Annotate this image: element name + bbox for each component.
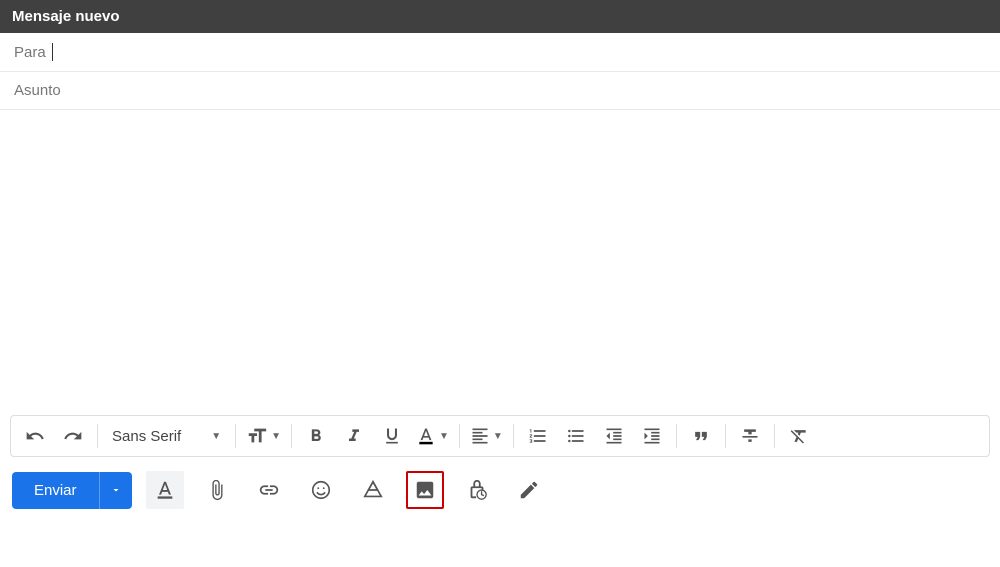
- to-field-row[interactable]: Para: [0, 33, 1000, 72]
- align-icon: [470, 426, 490, 446]
- send-button[interactable]: Enviar: [12, 472, 99, 509]
- drive-icon: [362, 479, 384, 501]
- confidential-mode-button[interactable]: [458, 471, 496, 509]
- insert-link-button[interactable]: [250, 471, 288, 509]
- bottom-toolbar: Enviar: [0, 457, 1000, 523]
- redo-icon: [63, 426, 83, 446]
- font-family-picker[interactable]: Sans Serif ▼: [104, 428, 229, 445]
- divider: [725, 424, 726, 448]
- underline-icon: [382, 426, 402, 446]
- underline-button[interactable]: [374, 420, 410, 452]
- insert-signature-button[interactable]: [510, 471, 548, 509]
- chevron-down-icon: ▼: [493, 431, 503, 442]
- pen-icon: [518, 479, 540, 501]
- window-title: Mensaje nuevo: [12, 8, 120, 25]
- undo-icon: [25, 426, 45, 446]
- italic-button[interactable]: [336, 420, 372, 452]
- divider: [459, 424, 460, 448]
- remove-format-icon: [789, 426, 809, 446]
- font-size-icon: [246, 425, 268, 447]
- strikethrough-button[interactable]: [732, 420, 768, 452]
- send-options-button[interactable]: [99, 472, 132, 509]
- divider: [513, 424, 514, 448]
- subject-input[interactable]: [14, 82, 986, 99]
- compose-header: Mensaje nuevo: [0, 0, 1000, 33]
- insert-image-button[interactable]: [406, 471, 444, 509]
- divider: [676, 424, 677, 448]
- quote-icon: [691, 426, 711, 446]
- chevron-down-icon: [110, 484, 122, 496]
- numbered-list-icon: [528, 426, 548, 446]
- strikethrough-icon: [740, 426, 760, 446]
- image-icon: [414, 479, 436, 501]
- subject-field-row[interactable]: [0, 72, 1000, 110]
- indent-decrease-button[interactable]: [596, 420, 632, 452]
- link-icon: [258, 479, 280, 501]
- attachment-icon: [206, 479, 228, 501]
- divider: [97, 424, 98, 448]
- text-color-button[interactable]: ▼: [412, 426, 453, 446]
- indent-increase-button[interactable]: [634, 420, 670, 452]
- emoji-icon: [310, 479, 332, 501]
- text-format-icon: [154, 479, 176, 501]
- font-size-button[interactable]: ▼: [242, 425, 285, 447]
- to-input[interactable]: [53, 44, 986, 61]
- bold-icon: [306, 426, 326, 446]
- formatting-options-button[interactable]: [146, 471, 184, 509]
- align-button[interactable]: ▼: [466, 426, 507, 446]
- italic-icon: [344, 426, 364, 446]
- remove-format-button[interactable]: [781, 420, 817, 452]
- insert-emoji-button[interactable]: [302, 471, 340, 509]
- bold-button[interactable]: [298, 420, 334, 452]
- chevron-down-icon: ▼: [271, 431, 281, 442]
- numbered-list-button[interactable]: [520, 420, 556, 452]
- message-body[interactable]: [0, 110, 1000, 415]
- divider: [774, 424, 775, 448]
- confidential-icon: [466, 479, 488, 501]
- quote-button[interactable]: [683, 420, 719, 452]
- redo-button[interactable]: [55, 420, 91, 452]
- text-color-icon: [416, 426, 436, 446]
- bulleted-list-button[interactable]: [558, 420, 594, 452]
- chevron-down-icon: ▼: [439, 431, 449, 442]
- bulleted-list-icon: [566, 426, 586, 446]
- to-label: Para: [14, 44, 46, 61]
- attach-file-button[interactable]: [198, 471, 236, 509]
- insert-drive-button[interactable]: [354, 471, 392, 509]
- indent-decrease-icon: [604, 426, 624, 446]
- indent-increase-icon: [642, 426, 662, 446]
- font-name-label: Sans Serif: [112, 428, 181, 445]
- chevron-down-icon: ▼: [211, 431, 221, 442]
- divider: [235, 424, 236, 448]
- undo-button[interactable]: [17, 420, 53, 452]
- divider: [291, 424, 292, 448]
- format-toolbar: Sans Serif ▼ ▼ ▼ ▼: [10, 415, 990, 457]
- send-button-group: Enviar: [12, 472, 132, 509]
